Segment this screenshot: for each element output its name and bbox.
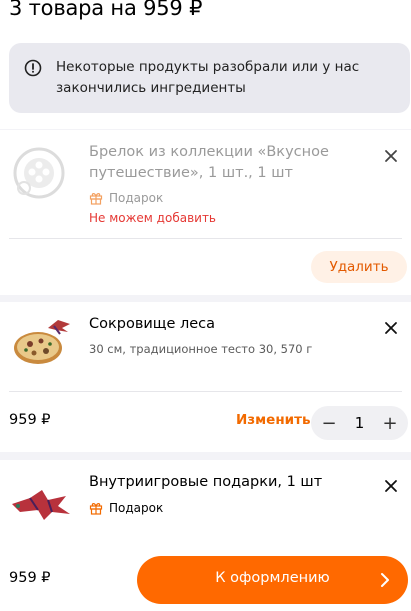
quantity-value: 1 (354, 414, 365, 432)
gift-badge: Подарок (89, 191, 163, 205)
product-name: Сокровище леса (89, 316, 216, 332)
quantity-stepper: − 1 + (311, 406, 408, 440)
remove-button[interactable]: Удалить (311, 251, 407, 283)
total-price: 959 ₽ (9, 570, 51, 586)
checkout-button[interactable]: К оформлению (137, 556, 408, 604)
product-name: Брелок из коллекции «Вкусное путешествие… (89, 144, 329, 181)
close-icon[interactable] (381, 146, 401, 166)
gift-icon (89, 503, 103, 515)
info-icon (24, 59, 42, 77)
change-button[interactable]: Изменить (236, 412, 310, 428)
error-text: Не можем добавить (89, 211, 217, 225)
cart-item-pizza: Сокровище леса 30 см, традиционное тесто… (0, 302, 411, 452)
cart-header: 3 товара на 959 ₽ Некоторые продукты раз… (0, 0, 411, 129)
dragon-image (12, 490, 70, 520)
item-price: 959 ₽ (9, 412, 51, 428)
gift-icon (89, 193, 103, 205)
increment-button[interactable]: + (380, 413, 400, 434)
pizza-image (14, 320, 70, 364)
product-description: 30 см, традиционное тесто 30, 570 г (89, 342, 313, 356)
close-icon[interactable] (381, 476, 401, 496)
page-title: 3 товара на 959 ₽ (9, 0, 203, 20)
chevron-right-icon (381, 573, 389, 587)
product-name: Внутриигровые подарки, 1 шт (89, 474, 323, 490)
decrement-button[interactable]: − (319, 413, 339, 434)
divider (9, 238, 402, 239)
checkout-bar: 959 ₽ К оформлению (0, 550, 411, 611)
checkout-label: К оформлению (215, 570, 330, 586)
notice-text: Некоторые продукты разобрали или у нас з… (56, 59, 360, 96)
gift-label: Подарок (109, 501, 164, 515)
cart-item-gifts: Внутриигровые подарки, 1 шт Подарок (0, 460, 411, 550)
keychain-image (13, 147, 65, 199)
gift-badge: Подарок (89, 501, 163, 515)
cart-item-keychain: Брелок из коллекции «Вкусное путешествие… (0, 130, 411, 295)
divider (9, 391, 402, 392)
close-icon[interactable] (381, 318, 401, 338)
warning-notice: Некоторые продукты разобрали или у нас з… (9, 43, 410, 113)
gift-label: Подарок (109, 191, 164, 205)
